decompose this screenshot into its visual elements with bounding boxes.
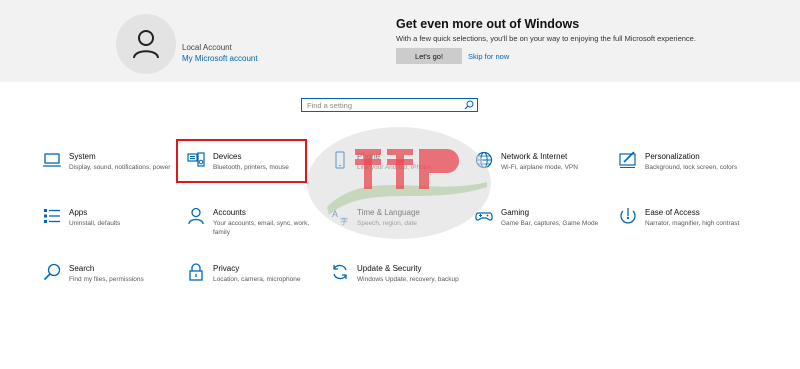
tile-description: Link your Android, iPhone <box>357 164 432 171</box>
tile-apps[interactable]: Apps Uninstall, defaults <box>43 207 183 253</box>
tile-description: Speech, region, date <box>357 220 417 227</box>
ease-of-access-icon <box>620 208 636 224</box>
tile-privacy[interactable]: Privacy Location, camera, microphone <box>187 263 327 309</box>
tile-personalization[interactable]: Personalization Background, lock screen,… <box>619 151 759 197</box>
tile-title: Accounts <box>213 208 246 217</box>
tile-description: Uninstall, defaults <box>69 220 121 227</box>
account-banner: Local Account My Microsoft account Get e… <box>0 0 800 82</box>
microsoft-account-link[interactable]: My Microsoft account <box>182 54 258 63</box>
tile-phone[interactable]: Phone Link your Android, iPhone <box>331 151 471 197</box>
sync-icon <box>333 264 347 280</box>
tile-title: Devices <box>213 152 242 161</box>
lets-go-button[interactable]: Let's go! <box>396 48 462 64</box>
promo-title: Get even more out of Windows <box>396 17 580 31</box>
tile-title: Apps <box>69 208 88 217</box>
promo-description: With a few quick selections, you'll be o… <box>396 34 696 43</box>
globe-icon <box>475 151 493 169</box>
tile-description: Game Bar, captures, Game Mode <box>501 220 599 227</box>
tile-description: Your accounts, email, sync, work, family <box>213 220 310 236</box>
tile-description: Display, sound, notifications, power <box>69 164 171 171</box>
tile-title: Time & Language <box>357 208 420 217</box>
tile-description: Windows Update, recovery, backup <box>357 276 459 283</box>
tile-description: Location, camera, microphone <box>213 276 301 283</box>
tile-description: Find my files, permissions <box>69 276 144 283</box>
tile-search[interactable]: Search Find my files, permissions <box>43 263 183 309</box>
phone-icon <box>335 151 345 169</box>
tile-description: Bluetooth, printers, mouse <box>213 164 289 171</box>
search-input[interactable] <box>302 99 457 111</box>
settings-search-box[interactable] <box>301 98 478 112</box>
tile-title: Search <box>69 264 95 273</box>
search-icon <box>43 263 61 281</box>
tile-accounts[interactable]: Accounts Your accounts, email, sync, wor… <box>187 207 327 253</box>
svg-text:字: 字 <box>340 216 348 225</box>
tile-title: Privacy <box>213 264 240 273</box>
tile-description: Background, lock screen, colors <box>645 164 738 171</box>
avatar <box>116 14 176 74</box>
person-icon <box>188 207 204 225</box>
laptop-icon <box>43 153 61 167</box>
tile-title: Update & Security <box>357 264 422 273</box>
tile-title: System <box>69 152 96 161</box>
paint-brush-icon <box>619 151 636 168</box>
apps-list-icon <box>44 209 60 223</box>
user-icon <box>133 30 159 59</box>
time-language-icon: A 字 <box>332 209 348 225</box>
svg-text:A: A <box>332 209 338 219</box>
tile-gaming[interactable]: Gaming Game Bar, captures, Game Mode <box>475 207 615 253</box>
skip-for-now-link[interactable]: Skip for now <box>468 52 509 61</box>
tile-system[interactable]: System Display, sound, notifications, po… <box>43 151 183 197</box>
tile-time-language[interactable]: A 字 Time & Language Speech, region, date <box>331 207 471 253</box>
account-type: Local Account <box>182 43 232 52</box>
lock-icon <box>189 263 203 281</box>
tile-title: Gaming <box>501 208 530 217</box>
tile-description: Wi-Fi, airplane mode, VPN <box>501 164 578 171</box>
tile-update-security[interactable]: Update & Security Windows Update, recove… <box>331 263 471 309</box>
tile-title: Ease of Access <box>645 208 700 217</box>
gamepad-icon <box>475 212 493 221</box>
tile-devices[interactable]: Devices Bluetooth, printers, mouse <box>187 151 327 197</box>
search-icon[interactable] <box>464 100 474 110</box>
tile-ease-of-access[interactable]: Ease of Access Narrator, magnifier, high… <box>619 207 759 253</box>
tile-title: Personalization <box>645 152 700 161</box>
tile-title: Network & Internet <box>501 152 568 161</box>
tile-description: Narrator, magnifier, high contrast <box>645 220 740 227</box>
keyboard-speaker-icon <box>187 152 205 167</box>
tile-title: Phone <box>357 152 381 161</box>
tile-network-internet[interactable]: Network & Internet Wi-Fi, airplane mode,… <box>475 151 615 197</box>
